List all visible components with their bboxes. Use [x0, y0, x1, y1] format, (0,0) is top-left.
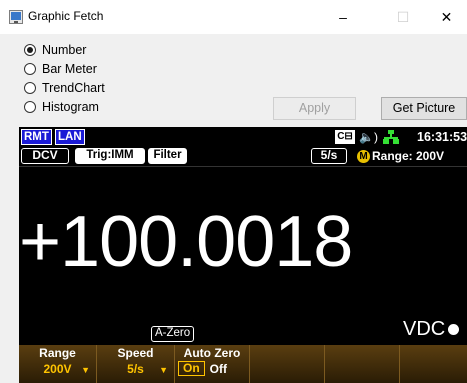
option-number[interactable]: Number [24, 40, 105, 59]
instrument-display: RMT LAN C⊟ 🔈) 16:31:53 DCV Trig:IMM Filt… [19, 127, 467, 383]
softkey-auto-zero-label: Auto Zero [183, 346, 241, 360]
azero-badge: A-Zero [151, 326, 195, 342]
status-dot-icon [448, 324, 460, 335]
auto-zero-toggle[interactable]: On Off [178, 361, 227, 376]
rmt-badge: RMT [21, 129, 52, 145]
unit-indicator: VDC [403, 317, 460, 341]
graphic-fetch-window: Graphic Fetch – ☐ ✕ Number Bar Meter Tre… [0, 0, 467, 383]
monitor-icon [9, 10, 23, 24]
auto-zero-on: On [178, 361, 205, 376]
softkey-speed[interactable]: Speed 5/s ▼ [97, 345, 175, 383]
softkey-4[interactable] [250, 345, 325, 383]
radio-bar-meter[interactable] [24, 62, 36, 75]
option-histogram-label: Histogram [42, 99, 99, 114]
status-row: RMT LAN C⊟ 🔈) 16:31:53 [19, 127, 467, 147]
mode-row: DCV Trig:IMM Filter 5/s M Range: 200V [19, 147, 467, 165]
status-icons: C⊟ 🔈) [335, 129, 399, 145]
option-bar-meter[interactable]: Bar Meter [24, 59, 105, 78]
softkey-5[interactable] [325, 345, 400, 383]
softkey-bar: Range 200V ▼ Speed 5/s ▼ Auto Zero On Of… [19, 345, 467, 383]
chevron-down-icon: ▼ [81, 365, 90, 375]
clock: 16:31:53 [417, 130, 467, 144]
function-badge: DCV [21, 148, 69, 164]
speaker-icon: 🔈) [359, 130, 378, 144]
softkey-range[interactable]: Range 200V ▼ [19, 345, 97, 383]
lan-badge: LAN [55, 129, 85, 145]
softkey-range-label: Range [39, 346, 76, 360]
option-bar-meter-label: Bar Meter [42, 61, 97, 76]
divider [19, 166, 467, 167]
softkey-speed-label: Speed [117, 346, 154, 360]
softkey-auto-zero[interactable]: Auto Zero On Off [175, 345, 250, 383]
auto-zero-off: Off [209, 361, 227, 376]
radio-histogram[interactable] [24, 100, 36, 113]
apply-button[interactable]: Apply [273, 97, 356, 120]
cb-icon: C⊟ [335, 130, 355, 144]
manual-range-icon: M [357, 150, 370, 164]
network-icon [382, 130, 399, 144]
option-histogram[interactable]: Histogram [24, 97, 105, 116]
title-bar: Graphic Fetch – ☐ ✕ [0, 0, 467, 34]
rate-badge: 5/s [311, 148, 347, 164]
display-mode-options: Number Bar Meter TrendChart Histogram [24, 40, 105, 116]
option-number-label: Number [42, 42, 87, 57]
option-trendchart-label: TrendChart [42, 80, 105, 95]
unit-label: VDC [403, 318, 446, 340]
filter-badge: Filter [148, 148, 187, 164]
main-reading: +100.0018 [19, 202, 353, 282]
maximize-button[interactable]: ☐ [380, 0, 426, 34]
minimize-button[interactable]: – [320, 0, 366, 34]
close-button[interactable]: ✕ [426, 0, 467, 34]
chevron-down-icon: ▼ [159, 365, 168, 375]
trigger-badge: Trig:IMM [75, 148, 145, 164]
radio-number[interactable] [24, 43, 36, 56]
radio-trendchart[interactable] [24, 81, 36, 94]
range-indicator: M Range: 200V [357, 148, 444, 164]
get-picture-button[interactable]: Get Picture [381, 97, 467, 120]
softkey-6[interactable] [400, 345, 467, 383]
range-text: Range: 200V [372, 149, 445, 163]
option-trendchart[interactable]: TrendChart [24, 78, 105, 97]
window-title: Graphic Fetch [28, 9, 104, 23]
